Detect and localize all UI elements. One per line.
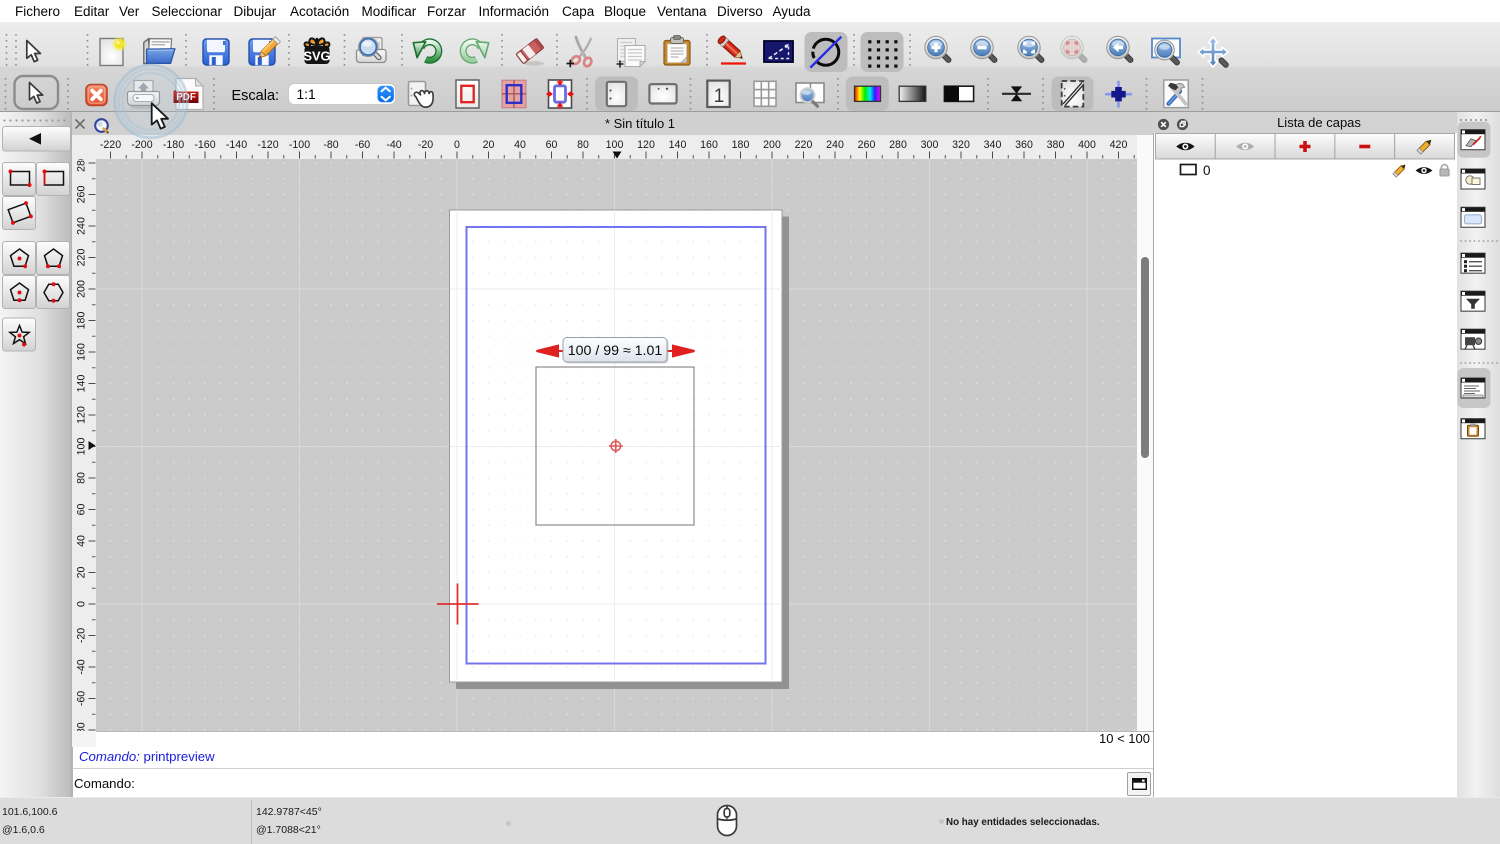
svg-text:-40: -40 bbox=[76, 659, 88, 674]
svg-text:-60: -60 bbox=[355, 139, 370, 151]
svg-text:120: 120 bbox=[76, 406, 88, 424]
svg-text:0: 0 bbox=[76, 601, 88, 607]
svg-text:20: 20 bbox=[483, 139, 495, 151]
svg-text:1: 1 bbox=[714, 86, 725, 107]
svg-text:40: 40 bbox=[76, 535, 88, 547]
svg-text:-80: -80 bbox=[76, 722, 88, 731]
svg-text:60: 60 bbox=[76, 504, 88, 516]
svg-text:-40: -40 bbox=[386, 139, 401, 151]
svg-text:300: 300 bbox=[921, 139, 939, 151]
svg-text:160: 160 bbox=[700, 139, 718, 151]
svg-text:420: 420 bbox=[1110, 139, 1128, 151]
svg-text:280: 280 bbox=[76, 159, 88, 172]
svg-text:20: 20 bbox=[76, 567, 88, 579]
svg-text:60: 60 bbox=[546, 139, 558, 151]
svg-text:-20: -20 bbox=[418, 139, 433, 151]
svg-text:100: 100 bbox=[76, 438, 88, 456]
svg-text:-60: -60 bbox=[76, 691, 88, 706]
svg-text:260: 260 bbox=[76, 186, 88, 204]
svg-text:160: 160 bbox=[76, 343, 88, 361]
svg-text:180: 180 bbox=[76, 312, 88, 330]
svg-text:-80: -80 bbox=[323, 139, 338, 151]
svg-text:120: 120 bbox=[637, 139, 655, 151]
svg-text:260: 260 bbox=[858, 139, 876, 151]
svg-text:360: 360 bbox=[1015, 139, 1033, 151]
svg-text:400: 400 bbox=[1078, 139, 1096, 151]
svg-text:140: 140 bbox=[669, 139, 687, 151]
svg-text:1:1: 1:1 bbox=[297, 87, 316, 102]
svg-text:340: 340 bbox=[984, 139, 1002, 151]
svg-text:-100: -100 bbox=[289, 139, 310, 151]
svg-text:280: 280 bbox=[889, 139, 907, 151]
svg-text:320: 320 bbox=[952, 139, 970, 151]
svg-text:-20: -20 bbox=[76, 628, 88, 643]
svg-text:80: 80 bbox=[76, 472, 88, 484]
svg-text:240: 240 bbox=[76, 217, 88, 235]
svg-text:40: 40 bbox=[514, 139, 526, 151]
svg-text:240: 240 bbox=[826, 139, 844, 151]
svg-text:220: 220 bbox=[76, 249, 88, 267]
svg-text:80: 80 bbox=[577, 139, 589, 151]
svg-text:380: 380 bbox=[1047, 139, 1065, 151]
svg-text:200: 200 bbox=[763, 139, 781, 151]
svg-text:100 / 99 ≈ 1.01: 100 / 99 ≈ 1.01 bbox=[568, 343, 663, 359]
svg-text:SVG: SVG bbox=[303, 48, 330, 63]
svg-text:-140: -140 bbox=[226, 139, 247, 151]
svg-text:220: 220 bbox=[795, 139, 813, 151]
svg-text:Escala:: Escala: bbox=[232, 88, 280, 104]
svg-text:140: 140 bbox=[76, 375, 88, 393]
svg-text:0: 0 bbox=[454, 139, 460, 151]
svg-text:200: 200 bbox=[76, 280, 88, 298]
svg-text:100: 100 bbox=[606, 139, 624, 151]
svg-text:180: 180 bbox=[732, 139, 750, 151]
svg-text:-120: -120 bbox=[257, 139, 278, 151]
svg-text:0: 0 bbox=[1203, 163, 1211, 178]
